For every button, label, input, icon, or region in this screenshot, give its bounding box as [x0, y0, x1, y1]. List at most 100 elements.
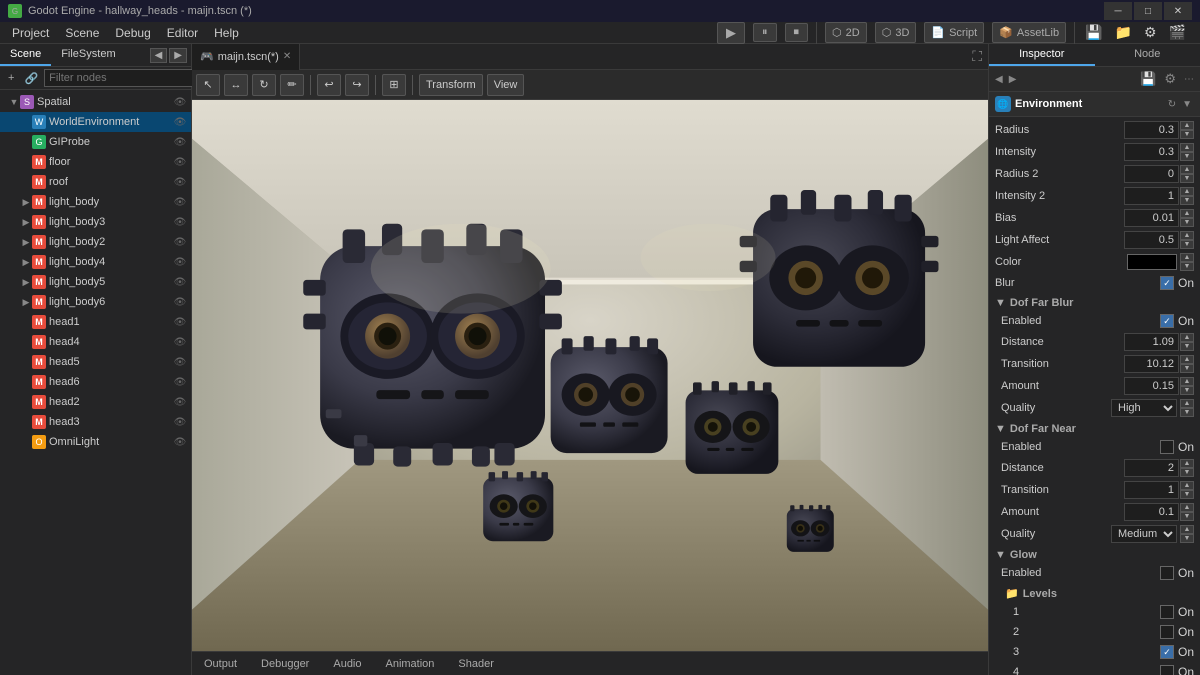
blur-check[interactable]: ✓	[1160, 276, 1174, 290]
dfd-up[interactable]: ▲	[1180, 333, 1194, 342]
tree-eye-world-env[interactable]: 👁	[173, 117, 187, 128]
viewport-maximize-btn[interactable]: ⛶	[970, 46, 984, 67]
intensity2-down[interactable]: ▼	[1180, 196, 1194, 205]
select-tool-button[interactable]: ↖	[196, 74, 220, 96]
tab-maijn[interactable]: 🎮 maijn.tscn(*) ✕	[192, 44, 300, 70]
tab-filesystem[interactable]: FileSystem	[51, 44, 125, 66]
tree-eye-h4[interactable]: 👁	[173, 337, 187, 348]
env-options-btn[interactable]: ↻	[1166, 97, 1178, 112]
dna-up[interactable]: ▲	[1180, 503, 1194, 512]
tree-eye[interactable]: 👁	[173, 97, 187, 108]
menu-help[interactable]: Help	[206, 24, 247, 42]
tree-eye-lb5[interactable]: 👁	[173, 277, 187, 288]
intensity-down[interactable]: ▼	[1180, 152, 1194, 161]
tree-item-giprobe[interactable]: ▶ G GIProbe 👁	[0, 132, 191, 152]
color-swatch[interactable]	[1127, 254, 1177, 270]
insp-fwd-btn[interactable]: ▶	[1007, 72, 1019, 87]
bias-down[interactable]: ▼	[1180, 218, 1194, 227]
dfe-check[interactable]: ✓	[1160, 314, 1174, 328]
tree-item-spatial[interactable]: ▼ S Spatial 👁	[0, 92, 191, 112]
3d-button[interactable]: ⬡ 3D	[875, 22, 917, 43]
radius2-down[interactable]: ▼	[1180, 174, 1194, 183]
color-up[interactable]: ▲	[1180, 253, 1194, 262]
dnd-down[interactable]: ▼	[1180, 468, 1194, 477]
tree-arrow-lb[interactable]: ▶	[20, 197, 32, 208]
pause-button[interactable]: ⏸	[753, 23, 777, 42]
tab-inspector[interactable]: Inspector	[989, 44, 1095, 66]
tree-eye-lb2[interactable]: 👁	[173, 237, 187, 248]
la-input[interactable]: 0.5	[1124, 231, 1179, 249]
snap-button[interactable]: ⊞	[382, 74, 406, 96]
stop-button[interactable]: ⏹	[785, 23, 809, 42]
dnd-up[interactable]: ▲	[1180, 459, 1194, 468]
tree-item-head1[interactable]: ▶ M head1 👁	[0, 312, 191, 332]
tree-item-lb6[interactable]: ▶ M light_body6 👁	[0, 292, 191, 312]
tree-arrow-lb6[interactable]: ▶	[20, 297, 32, 308]
tab-debugger[interactable]: Debugger	[257, 656, 313, 672]
radius2-input[interactable]: 0	[1124, 165, 1179, 183]
dfd-down[interactable]: ▼	[1180, 342, 1194, 351]
menu-debug[interactable]: Debug	[107, 24, 158, 42]
script-button[interactable]: 📄 Script	[924, 22, 984, 43]
level-2-check[interactable]	[1160, 625, 1174, 639]
tab-close-button[interactable]: ✕	[283, 51, 291, 62]
dnt-down[interactable]: ▼	[1180, 490, 1194, 499]
tree-item-lb4[interactable]: ▶ M light_body4 👁	[0, 252, 191, 272]
tree-arrow-lb2[interactable]: ▶	[20, 237, 32, 248]
tree-arrow-lb4[interactable]: ▶	[20, 257, 32, 268]
intensity2-up[interactable]: ▲	[1180, 187, 1194, 196]
assetlib-button[interactable]: 📦 AssetLib	[992, 22, 1066, 43]
dft-down[interactable]: ▼	[1180, 364, 1194, 373]
tree-eye-h2[interactable]: 👁	[173, 397, 187, 408]
radius-input[interactable]: 0.3	[1124, 121, 1179, 139]
intensity-input[interactable]: 0.3	[1124, 143, 1179, 161]
save-scene-btn[interactable]: 💾	[1083, 22, 1104, 43]
viewport[interactable]	[192, 100, 988, 651]
radius-up[interactable]: ▲	[1180, 121, 1194, 130]
play-button[interactable]: ▶	[717, 22, 745, 44]
la-up[interactable]: ▲	[1180, 231, 1194, 240]
tab-audio[interactable]: Audio	[329, 656, 365, 672]
redo-button[interactable]: ↪	[345, 74, 369, 96]
bias-up[interactable]: ▲	[1180, 209, 1194, 218]
tree-arrow-lb3[interactable]: ▶	[20, 217, 32, 228]
menu-project[interactable]: Project	[4, 24, 57, 42]
level-3-check[interactable]: ✓	[1160, 645, 1174, 659]
intensity2-input[interactable]: 1	[1124, 187, 1179, 205]
dft-up[interactable]: ▲	[1180, 355, 1194, 364]
dna-input[interactable]: 0.1	[1124, 503, 1179, 521]
insp-save-btn[interactable]: 💾	[1138, 69, 1158, 89]
dnt-up[interactable]: ▲	[1180, 481, 1194, 490]
tree-item-head6[interactable]: ▶ M head6 👁	[0, 372, 191, 392]
titlebar-controls[interactable]: ─ □ ✕	[1104, 2, 1192, 20]
tab-scene[interactable]: Scene	[0, 44, 51, 66]
tree-eye-lb6[interactable]: 👁	[173, 297, 187, 308]
tab-animation[interactable]: Animation	[382, 656, 439, 672]
menu-scene[interactable]: Scene	[57, 24, 107, 42]
dft-input[interactable]: 10.12	[1124, 355, 1179, 373]
dfa-down[interactable]: ▼	[1180, 386, 1194, 395]
tree-item-lb5[interactable]: ▶ M light_body5 👁	[0, 272, 191, 292]
tree-eye-h6[interactable]: 👁	[173, 377, 187, 388]
dfa-input[interactable]: 0.15	[1124, 377, 1179, 395]
dne-check[interactable]	[1160, 440, 1174, 454]
tree-item-lb3[interactable]: ▶ M light_body3 👁	[0, 212, 191, 232]
dnq-select[interactable]: Low Medium High	[1111, 525, 1177, 543]
movie-btn[interactable]: 🎬	[1167, 22, 1188, 43]
intensity-up[interactable]: ▲	[1180, 143, 1194, 152]
tree-arrow-lb5[interactable]: ▶	[20, 277, 32, 288]
transform-button[interactable]: Transform	[419, 74, 483, 96]
la-down[interactable]: ▼	[1180, 240, 1194, 249]
dnq-up[interactable]: ▲	[1180, 525, 1194, 534]
tree-item-omnilight[interactable]: ▶ O OmniLight 👁	[0, 432, 191, 452]
tree-eye-h5[interactable]: 👁	[173, 357, 187, 368]
scale-tool-button[interactable]: ✏	[280, 74, 304, 96]
dnd-input[interactable]: 2	[1124, 459, 1179, 477]
menu-editor[interactable]: Editor	[159, 24, 206, 42]
dnt-input[interactable]: 1	[1124, 481, 1179, 499]
dfa-up[interactable]: ▲	[1180, 377, 1194, 386]
undo-button[interactable]: ↩	[317, 74, 341, 96]
rotate-tool-button[interactable]: ↻	[252, 74, 276, 96]
tab-node[interactable]: Node	[1095, 44, 1200, 66]
tree-eye-lb3[interactable]: 👁	[173, 217, 187, 228]
